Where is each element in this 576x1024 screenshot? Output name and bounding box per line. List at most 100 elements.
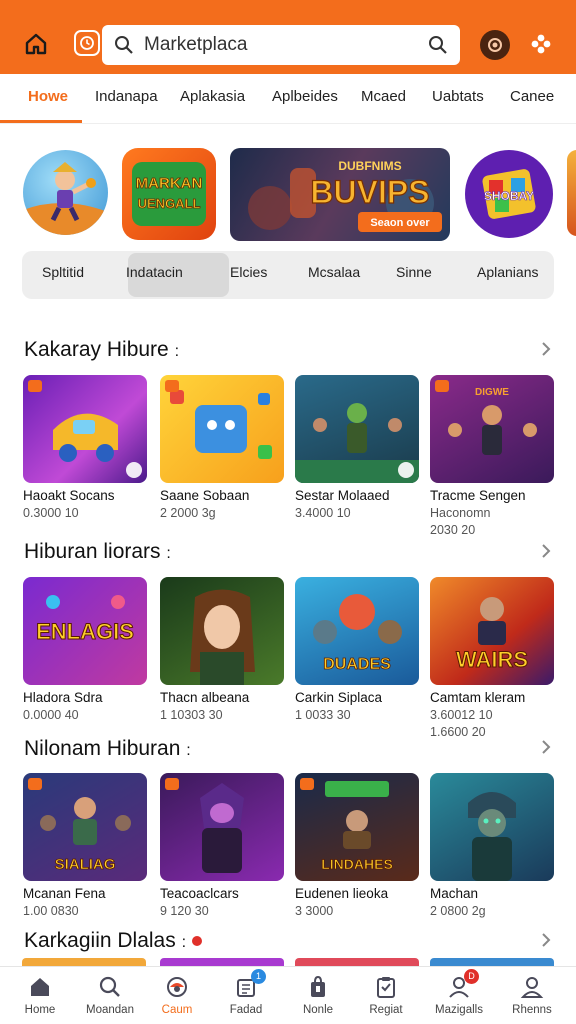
mini-icon [126, 462, 142, 478]
app-meta: 1 10303 30 [160, 708, 223, 722]
featured-app-adventure[interactable] [23, 150, 108, 235]
app-meta: 2 0800 2g [430, 904, 486, 918]
tab-canee[interactable]: Canee [510, 88, 554, 105]
search-bar[interactable] [102, 25, 460, 65]
search-icon [96, 973, 124, 1001]
app-meta: 1 0033 30 [295, 708, 351, 722]
app-thumbnail [295, 375, 419, 483]
nav-account[interactable]: Rhenns [497, 973, 567, 1016]
app-card[interactable]: Sestar Molaaed 3.4000 10 [295, 375, 419, 520]
app-name: Thacn albeana [160, 690, 250, 705]
search-icon [115, 36, 133, 54]
app-thumbnail: DUADES [295, 577, 419, 685]
app-card[interactable]: ENLAGIS Hladora Sdra 0.0000 40 [23, 577, 147, 722]
app-badge [28, 778, 42, 790]
section-3-chevron-right-icon[interactable] [538, 739, 554, 755]
featured-circle-text: SHOBAY [484, 189, 534, 203]
home-icon[interactable] [22, 30, 50, 58]
app-card[interactable]: Thacn albeana 1 10303 30 [160, 577, 284, 722]
chip-elcies[interactable]: Elcies [230, 264, 267, 280]
top-bar [0, 0, 576, 74]
tab-indanapa[interactable]: Indanapa [95, 88, 158, 105]
app-name: Teacoaclcars [160, 886, 239, 901]
chip-indatacin[interactable]: Indatacin [126, 264, 183, 280]
tab-aplbeides[interactable]: Aplbeides [272, 88, 338, 105]
app-meta: 0.0000 40 [23, 708, 79, 722]
tab-aplakasia[interactable]: Aplakasia [180, 88, 245, 105]
banner-button[interactable]: Seaon over [370, 217, 430, 229]
nav-calendar[interactable]: 1 Fadad [211, 969, 281, 1016]
nav-box[interactable]: Regiat [351, 973, 421, 1016]
app-name: Eudenen lieoka [295, 886, 389, 901]
featured-banner[interactable]: DUBFNIMS BUVIPS Seaon over [230, 148, 450, 241]
section-4-peek [22, 958, 554, 966]
avatar-icon[interactable] [480, 30, 510, 60]
app-thumbnail [160, 773, 284, 881]
app-badge [28, 380, 42, 392]
app-thumbnail [160, 577, 284, 685]
mini-icon [398, 462, 414, 478]
app-card[interactable]: Teacoaclcars 9 120 30 [160, 773, 284, 918]
featured-tile-text: MARKAN [136, 175, 203, 192]
marketplace-app: Howe Indanapa Aplakasia Aplbeides Mcaed … [0, 0, 576, 1024]
section-2-chevron-right-icon[interactable] [538, 543, 554, 559]
tab-home[interactable]: Howe [28, 88, 68, 105]
featured-app-circle[interactable]: SHOBAY [465, 150, 553, 238]
app-card[interactable]: LINDAHES Eudenen lieoka 3 3000 [295, 773, 419, 918]
nav-search[interactable]: Moandan [75, 973, 145, 1016]
app-card[interactable]: DUADES Carkin Siplaca 1 0033 30 [295, 577, 419, 722]
filter-chips: Spltitid Indatacin Elcies Mcsalaa Sinne … [22, 251, 554, 299]
app-name: Carkin Siplaca [295, 690, 383, 705]
app-card[interactable]: WAIRS Camtam kleram 3.60012 10 1.6600 20 [430, 577, 554, 739]
section-1-chevron-right-icon[interactable] [538, 341, 554, 357]
svg-text:DUADES: DUADES [323, 656, 391, 673]
nav-home[interactable]: Home [5, 973, 75, 1016]
section-4-chevron-right-icon[interactable] [538, 932, 554, 948]
app-thumbnail: SIALIAG [23, 773, 147, 881]
app-card[interactable]: Machan 2 0800 2g [430, 773, 554, 918]
box-icon [372, 973, 400, 1001]
app-name: Haoakt Socans [23, 488, 115, 503]
app-card[interactable]: DIGWE Tracme Sengen Haconomn 2030 20 [430, 375, 554, 537]
section-title-3: Nilonam Hiburan : [24, 737, 191, 760]
active-tab-indicator [0, 120, 82, 123]
nav-profile[interactable]: D Mazigalls [424, 969, 494, 1016]
search-input[interactable] [144, 34, 428, 56]
chip-spltitid[interactable]: Spltitid [42, 264, 84, 280]
app-card[interactable]: SIALIAG Mcanan Fena 1.00 0830 [23, 773, 147, 918]
section-title-1: Kakaray Hibure : [24, 338, 180, 361]
clock-icon[interactable] [74, 30, 100, 56]
app-name: Hladora Sdra [23, 690, 103, 705]
tab-uabtats[interactable]: Uabtats [432, 88, 484, 105]
svg-text:WAIRS: WAIRS [456, 647, 528, 672]
nav-games[interactable]: Caum [142, 973, 212, 1016]
app-badge [165, 778, 179, 790]
section-title-4: Karkagiin Dlalas : [24, 929, 202, 953]
app-name: Tracme Sengen [430, 488, 526, 503]
app-thumbnail: DIGWE [430, 375, 554, 483]
tab-mcaed[interactable]: Mcaed [361, 88, 406, 105]
featured-app-tile[interactable]: MARKAN UENGALL [122, 148, 216, 240]
search-submit-icon[interactable] [428, 35, 448, 55]
featured-app-peek[interactable] [567, 150, 576, 236]
flower-icon[interactable] [528, 31, 554, 57]
svg-text:LINDAHES: LINDAHES [321, 856, 393, 872]
chip-sinne[interactable]: Sinne [396, 264, 432, 280]
home-icon [26, 973, 54, 1001]
banner-title: BUVIPS [310, 174, 429, 210]
app-meta: 9 120 30 [160, 904, 209, 918]
app-badge [300, 778, 314, 790]
chip-mcsalaa[interactable]: Mcsalaa [308, 264, 360, 280]
nav-bag[interactable]: Nonle [283, 973, 353, 1016]
chip-aplanians[interactable]: Aplanians [477, 264, 539, 280]
app-card[interactable]: Saane Sobaan 2 2000 3g [160, 375, 284, 520]
app-thumbnail [23, 375, 147, 483]
banner-subtitle: DUBFNIMS [338, 159, 401, 173]
app-meta-secondary: 2030 20 [430, 523, 476, 537]
app-thumbnail: WAIRS [430, 577, 554, 685]
app-card[interactable]: Haoakt Socans 0.3000 10 [23, 375, 147, 520]
app-meta: Haconomn [430, 506, 491, 520]
game-icon [163, 973, 191, 1001]
svg-text:ENLAGIS: ENLAGIS [36, 619, 134, 644]
app-name: Saane Sobaan [160, 488, 250, 503]
